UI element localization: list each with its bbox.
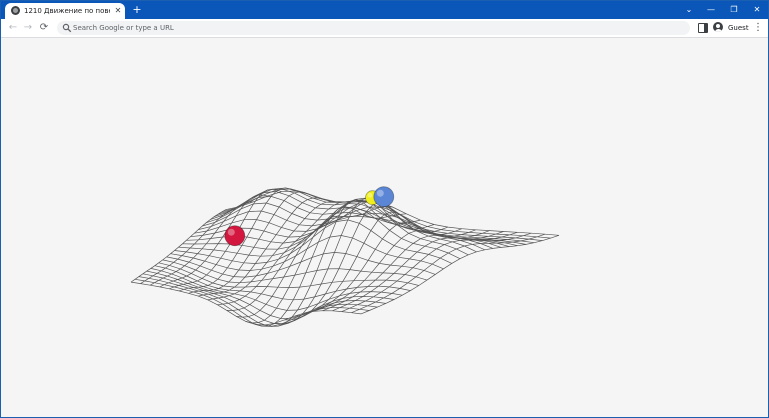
surface-grid-line xyxy=(178,207,461,260)
close-window-button[interactable]: ✕ xyxy=(746,2,768,18)
profile-label[interactable]: Guest xyxy=(728,22,749,34)
surface-grid-line xyxy=(140,206,241,284)
page-viewport xyxy=(1,38,768,417)
address-placeholder: Search Google or type a URL xyxy=(73,24,174,32)
profile-avatar-icon[interactable] xyxy=(713,22,723,32)
surface-grid-line xyxy=(188,191,310,294)
browser-tab[interactable]: 1210 Движение по поверхности ✕ xyxy=(5,3,125,19)
browser-window: 1210 Движение по поверхности ✕ + ⌄ — ❐ ✕… xyxy=(0,0,769,418)
tab-close-icon[interactable]: ✕ xyxy=(113,5,123,17)
side-panel-icon[interactable] xyxy=(698,23,708,33)
surface-grid-line xyxy=(303,221,476,314)
reload-button[interactable]: ⟳ xyxy=(37,21,51,35)
restore-button[interactable]: ❐ xyxy=(723,2,745,18)
menu-kebab-icon[interactable]: ⋮ xyxy=(753,21,763,35)
toolbar: ← → ⟳ Search Google or type a URL Guest … xyxy=(1,19,768,38)
surface-grid-line xyxy=(146,270,395,319)
red-ball xyxy=(224,225,246,247)
blue-ball xyxy=(373,186,395,208)
new-tab-button[interactable]: + xyxy=(131,3,143,17)
tab-title: 1210 Движение по поверхности xyxy=(24,7,110,15)
surface-grid-line xyxy=(360,234,560,315)
title-bar: 1210 Движение по поверхности ✕ + ⌄ — ❐ ✕ xyxy=(1,1,768,19)
search-icon xyxy=(62,23,72,33)
globe-icon xyxy=(11,6,20,15)
surface-grid-line xyxy=(332,231,518,312)
tab-search-chevron-icon[interactable]: ⌄ xyxy=(678,2,700,18)
address-bar[interactable]: Search Google or type a URL xyxy=(57,21,690,35)
forward-button[interactable]: → xyxy=(21,21,35,35)
back-button[interactable]: ← xyxy=(6,21,20,35)
3d-surface-canvas[interactable] xyxy=(1,38,768,417)
surface-grid-line xyxy=(130,209,227,283)
minimize-button[interactable]: — xyxy=(700,2,722,18)
surface-grid-line xyxy=(159,194,268,288)
